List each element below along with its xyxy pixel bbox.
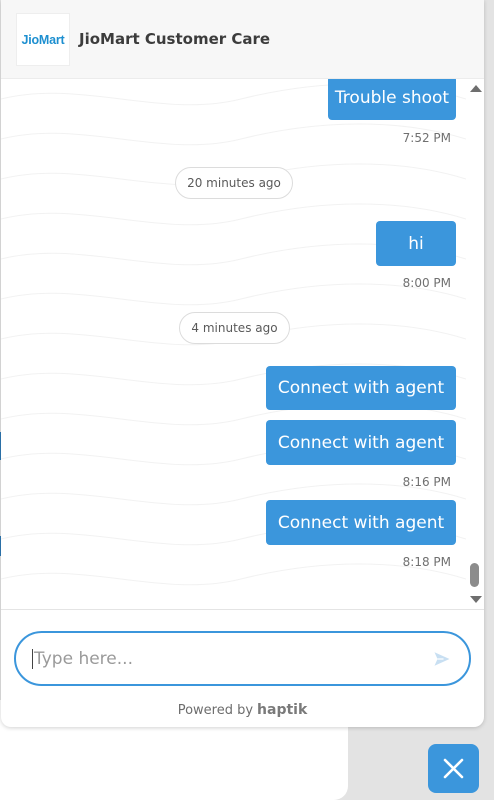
chat-widget: JioMart JioMart Customer Care Trouble sh… <box>1 0 484 727</box>
message-input[interactable]: Type here... <box>34 649 133 669</box>
scroll-up-arrow-icon[interactable] <box>470 85 482 92</box>
powered-by: Powered by haptik <box>1 702 484 718</box>
message-timestamp: 7:52 PM <box>402 131 451 145</box>
logo-text: JioMart <box>21 32 65 47</box>
message-list[interactable]: Trouble shoot 7:52 PM 20 minutes ago hi … <box>1 79 466 609</box>
close-icon <box>443 758 464 779</box>
date-separator: 4 minutes ago <box>179 312 290 344</box>
close-chat-button[interactable] <box>428 744 479 793</box>
scrollbar-thumb[interactable] <box>470 563 479 587</box>
chat-scrollbar[interactable] <box>467 79 484 609</box>
message-bubble-user: Connect with agent <box>266 366 456 410</box>
send-icon[interactable] <box>433 650 451 668</box>
message-bubble-user: hi <box>376 221 456 266</box>
message-timestamp: 8:00 PM <box>402 276 451 290</box>
message-input-box[interactable]: Type here... <box>14 631 471 686</box>
date-separator: 20 minutes ago <box>175 167 293 199</box>
chat-header: JioMart JioMart Customer Care <box>1 0 484 79</box>
text-caret <box>32 649 33 669</box>
message-timestamp: 8:18 PM <box>402 555 451 569</box>
chat-title: JioMart Customer Care <box>79 30 271 48</box>
haptik-brand[interactable]: haptik <box>257 702 307 718</box>
composer-divider <box>1 609 484 610</box>
message-bubble-user: Connect with agent <box>266 500 456 545</box>
jiomart-logo: JioMart <box>16 13 70 66</box>
message-timestamp: 8:16 PM <box>402 475 451 489</box>
message-bubble-user: Connect with agent <box>266 420 456 465</box>
powered-by-label: Powered by <box>177 703 254 718</box>
scroll-down-arrow-icon[interactable] <box>470 596 482 603</box>
message-bubble-user: Trouble shoot <box>328 79 456 120</box>
